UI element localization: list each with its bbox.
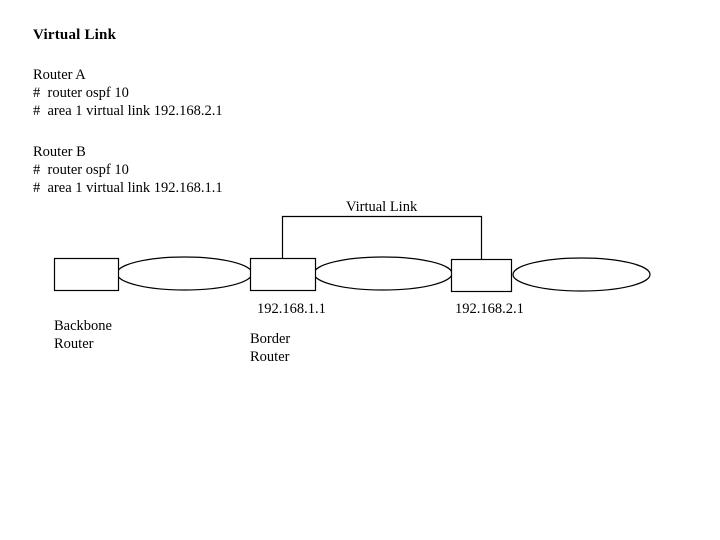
area-0-ellipse — [116, 256, 253, 291]
caption-line: Backbone — [54, 318, 112, 334]
border-router-caption: Border Router — [250, 330, 290, 366]
router-a-ip-label: 192.168.1.1 — [257, 301, 326, 317]
router-b-box — [450, 258, 513, 293]
virtual-link-bracket — [281, 215, 483, 260]
virtual-link-diagram-label: Virtual Link — [346, 199, 418, 215]
caption-line: Router — [250, 349, 290, 365]
area-1-ellipse — [313, 256, 453, 291]
area-2-ellipse — [512, 257, 651, 292]
router-b-ip-label: 192.168.2.1 — [455, 301, 524, 317]
router-0-box — [53, 257, 120, 292]
caption-line: Border — [250, 331, 291, 347]
caption-line: Router — [54, 336, 94, 352]
diagram-page: Virtual Link Router A # router ospf 10 #… — [0, 0, 720, 540]
network-diagram — [0, 0, 720, 540]
backbone-router-caption: Backbone Router — [54, 317, 112, 353]
router-a-box — [249, 257, 317, 292]
